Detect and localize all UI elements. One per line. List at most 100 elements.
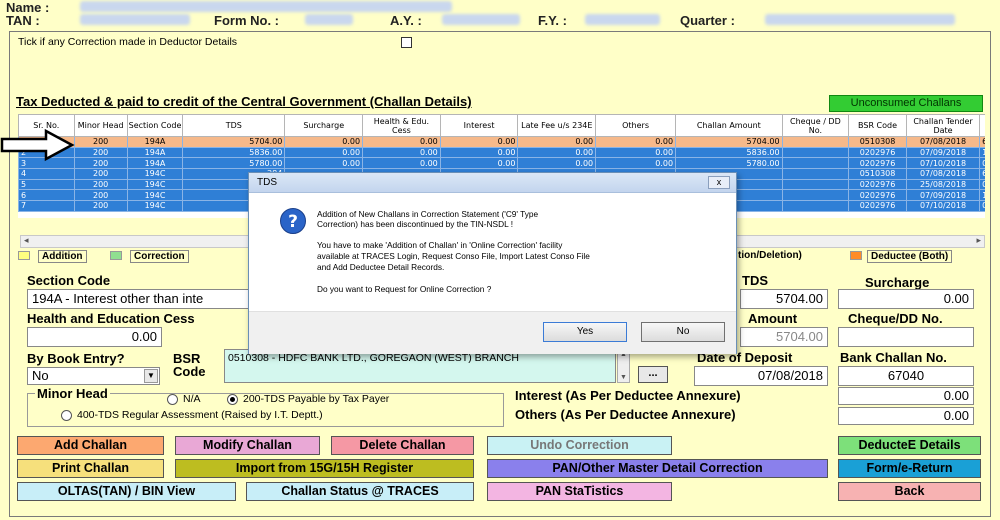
- name-value-redacted: [80, 1, 452, 12]
- dialog-message-line1: Addition of New Challans in Correction S…: [317, 209, 539, 219]
- grid-column-header[interactable]: Challan Tender Date: [905, 114, 981, 137]
- bank-challan-field[interactable]: 67040: [838, 366, 974, 386]
- grid-cell: 07/09/2018: [905, 189, 981, 202]
- others-field[interactable]: 0.00: [838, 407, 974, 425]
- correction-checkbox[interactable]: [401, 37, 412, 48]
- grid-column-header[interactable]: TDS: [182, 114, 286, 137]
- dialog-message-line2: Correction) has been discontinued by the…: [317, 219, 513, 229]
- grid-column-header[interactable]: Others: [595, 114, 677, 137]
- grid-cell: 5704.00: [182, 136, 286, 148]
- scroll-right-icon[interactable]: ▸: [976, 235, 981, 246]
- grid-cell: 0.00: [517, 157, 597, 170]
- challan-row[interactable]: 2 200 194A 5836.00 0.00 0.00 0.00 0.00 0.00 5836.…: [18, 146, 985, 159]
- dialog-title: TDS: [257, 177, 277, 188]
- grid-cell: 115: [979, 146, 985, 159]
- grid-cell: 200: [73, 189, 128, 202]
- challan-row[interactable]: 1200194A5704.000.000.000.000.000.005704.…: [18, 136, 985, 148]
- fy-value-redacted: [585, 14, 660, 25]
- grid-cell: 7: [18, 200, 75, 212]
- grid-column-header[interactable]: Interest: [439, 114, 519, 137]
- date-of-deposit-field[interactable]: 07/08/2018: [694, 366, 828, 386]
- minor-200-radio[interactable]: [227, 394, 238, 405]
- tds-label: TDS: [742, 273, 768, 288]
- grid-cell: 5704.00: [675, 136, 783, 148]
- cess-label: Health and Education Cess: [27, 311, 195, 326]
- import-15g-15h-button[interactable]: Import from 15G/15H Register: [175, 459, 474, 478]
- others-label: Others (As Per Deductee Annexure): [515, 407, 736, 422]
- grid-cell: 670: [979, 136, 985, 148]
- grid-cell: 0.00: [517, 146, 597, 159]
- grid-cell: [781, 200, 850, 212]
- grid-column-header[interactable]: Late Fee u/s 234E: [517, 114, 597, 137]
- minor-na-radio[interactable]: [167, 394, 178, 405]
- legend-addition-swatch: [18, 251, 30, 260]
- grid-cell: 25/08/2018: [905, 178, 981, 191]
- minor-400-label: 400-TDS Regular Assessment (Raised by I.…: [77, 409, 323, 421]
- grid-cell: 5780.00: [675, 157, 783, 170]
- tan-label: TAN :: [6, 13, 40, 28]
- challan-status-traces-button[interactable]: Challan Status @ TRACES: [246, 482, 474, 501]
- section-code-field[interactable]: 194A - Interest other than inte: [27, 289, 252, 309]
- interest-field[interactable]: 0.00: [838, 387, 974, 405]
- minor-400-radio[interactable]: [61, 410, 72, 421]
- chevron-down-icon[interactable]: ▼: [144, 369, 158, 383]
- fy-label: F.Y. :: [538, 13, 567, 28]
- grid-cell: 4: [18, 168, 75, 180]
- cess-field[interactable]: 0.00: [27, 327, 162, 347]
- grid-column-header[interactable]: Surcharge: [284, 114, 364, 137]
- close-icon[interactable]: x: [708, 176, 730, 189]
- undo-correction-button[interactable]: Undo Correction: [487, 436, 672, 455]
- scroll-left-icon[interactable]: ◂: [24, 235, 29, 246]
- challan-row[interactable]: 3 200 194A 5780.00 0.00 0.00 0.00 0.00 0.00 5780.…: [18, 157, 985, 170]
- grid-cell: 0202976: [848, 157, 907, 170]
- bsr-code-label: Code: [173, 364, 206, 379]
- grid-cell: 0202976: [848, 200, 907, 212]
- grid-column-header[interactable]: Health & Edu. Cess: [362, 114, 441, 137]
- grid-cell: 07/10/2018: [905, 157, 981, 170]
- grid-cell: 116: [979, 189, 985, 202]
- grid-cell: [781, 157, 850, 170]
- dialog-yes-button[interactable]: Yes: [543, 322, 627, 342]
- grid-column-header[interactable]: Minor Head: [73, 114, 128, 137]
- challan-amount-field: 5704.00: [740, 327, 828, 347]
- dialog-no-button[interactable]: No: [641, 322, 725, 342]
- form-ereturn-button[interactable]: Form/e-Return: [838, 459, 981, 478]
- minor-200-label: 200-TDS Payable by Tax Payer: [243, 393, 390, 405]
- correction-label: Tick if any Correction made in Deductor …: [18, 36, 238, 48]
- bsr-lookup-button[interactable]: ...: [638, 366, 668, 383]
- grid-column-header[interactable]: BSR Code: [848, 114, 907, 137]
- grid-column-header[interactable]: Section Code: [126, 114, 184, 137]
- grid-column-header[interactable]: Cheque / DD No.: [781, 114, 850, 137]
- cheque-dd-field[interactable]: [838, 327, 974, 347]
- pan-master-correction-button[interactable]: PAN/Other Master Detail Correction: [487, 459, 828, 478]
- book-entry-select[interactable]: No ▼: [27, 367, 160, 385]
- bsr-code-field[interactable]: 0510308 - HDFC BANK LTD., GOREGAON (WEST…: [224, 349, 616, 383]
- back-button[interactable]: Back: [838, 482, 981, 501]
- modify-challan-button[interactable]: Modify Challan: [175, 436, 320, 455]
- grid-column-header[interactable]: Challan Amount: [675, 114, 783, 137]
- deductee-details-button[interactable]: DeducteE Details: [838, 436, 981, 455]
- svg-text:?: ?: [288, 212, 298, 232]
- pan-statistics-button[interactable]: PAN StaTistics: [487, 482, 672, 501]
- tds-dialog: TDS x ? Addition of New Challans in Corr…: [248, 172, 737, 354]
- print-challan-button[interactable]: Print Challan: [17, 459, 164, 478]
- grid-cell: 0.00: [439, 146, 519, 159]
- surcharge-field[interactable]: 0.00: [838, 289, 974, 309]
- add-challan-button[interactable]: Add Challan: [17, 436, 164, 455]
- grid-cell: 194C: [126, 200, 184, 212]
- grid-cell: [781, 168, 850, 180]
- legend-deletion: tion/Deletion): [738, 250, 802, 261]
- grid-column-header[interactable]: Tr. V Challa: [979, 114, 985, 137]
- grid-cell: 0.00: [284, 136, 364, 148]
- quarter-value-redacted: [765, 14, 955, 25]
- section-code-label: Section Code: [27, 273, 111, 288]
- dialog-message-line4: available at TRACES Login, Request Conso…: [317, 251, 590, 261]
- delete-challan-button[interactable]: Delete Challan: [331, 436, 474, 455]
- grid-cell: 200: [73, 178, 128, 191]
- bsr-scrollbar[interactable]: ▲ ▼: [617, 349, 630, 383]
- scroll-down-icon[interactable]: ▼: [620, 374, 627, 381]
- unconsumed-challans-button[interactable]: Unconsumed Challans: [829, 95, 983, 112]
- grid-cell: 200: [73, 157, 128, 170]
- tds-field[interactable]: 5704.00: [740, 289, 828, 309]
- oltas-bin-view-button[interactable]: OLTAS(TAN) / BIN View: [17, 482, 236, 501]
